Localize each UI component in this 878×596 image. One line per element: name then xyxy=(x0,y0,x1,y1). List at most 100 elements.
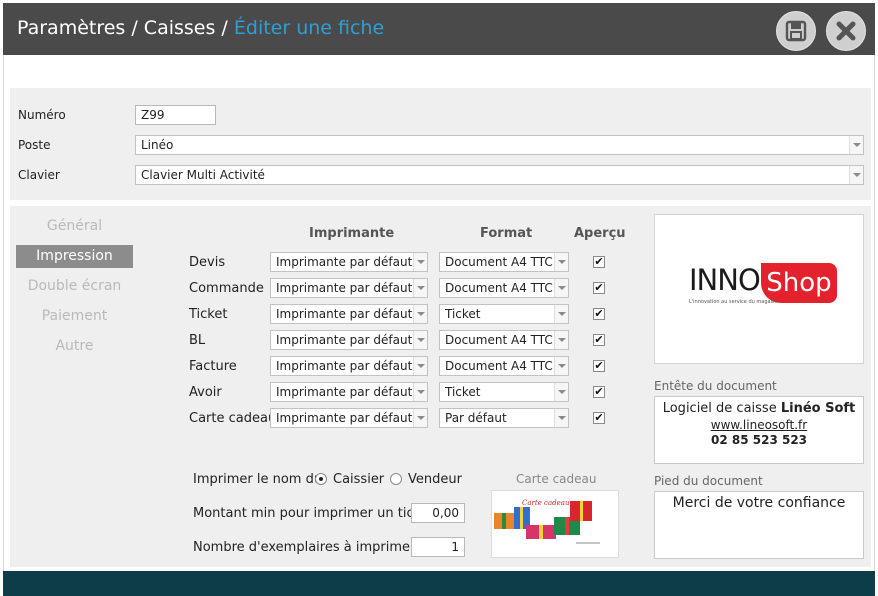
printer-select[interactable]: Imprimante par défaut xyxy=(270,304,428,324)
header-form: Numéro Z99 Poste Linéo Clavier Clavier M… xyxy=(10,88,871,200)
printer-column-header: Imprimante xyxy=(309,226,395,241)
chevron-down-icon[interactable] xyxy=(413,383,427,401)
tab-paiement[interactable]: Paiement xyxy=(16,305,133,328)
clavier-label: Clavier xyxy=(18,168,60,182)
poste-label: Poste xyxy=(18,138,51,152)
document-header-phone: 02 85 523 523 xyxy=(710,433,808,447)
print-row-label: Facture xyxy=(189,359,237,374)
gift-card-image[interactable]: Carte cadeau xyxy=(491,490,619,558)
format-select[interactable]: Document A4 TTC xyxy=(439,278,569,298)
format-select[interactable]: Document A4 TTC xyxy=(439,252,569,272)
chevron-down-icon[interactable] xyxy=(554,305,568,323)
print-row-label: Ticket xyxy=(189,307,228,322)
tab-impression[interactable]: Impression xyxy=(16,245,133,268)
footer-bar xyxy=(3,571,875,596)
breadcrumb-current: Éditer une fiche xyxy=(233,17,385,39)
chevron-down-icon[interactable] xyxy=(413,357,427,375)
poste-value: Linéo xyxy=(141,138,174,152)
printer-select-value: Imprimante par défaut xyxy=(276,307,413,321)
preview-checkbox[interactable]: ✔ xyxy=(593,386,605,398)
format-select-value: Par défaut xyxy=(445,411,507,425)
copies-label: Nombre d'exemplaires à imprimer xyxy=(193,540,416,555)
chevron-down-icon[interactable] xyxy=(849,136,863,154)
gift-card-image-text: Carte cadeau xyxy=(522,499,570,507)
printer-select-value: Imprimante par défaut xyxy=(276,333,413,347)
print-row-label: Commande xyxy=(189,281,264,296)
breadcrumb-path: Paramètres / Caisses / xyxy=(17,17,234,39)
chevron-down-icon[interactable] xyxy=(849,166,863,184)
min-amount-input[interactable]: 0,00 xyxy=(411,503,465,523)
preview-checkbox[interactable]: ✔ xyxy=(593,334,605,346)
preview-checkbox[interactable]: ✔ xyxy=(593,360,605,372)
logo-shop: Shop xyxy=(761,263,837,303)
format-select[interactable]: Par défaut xyxy=(439,408,569,428)
clavier-value: Clavier Multi Activité xyxy=(141,168,265,182)
chevron-down-icon[interactable] xyxy=(413,409,427,427)
chevron-down-icon[interactable] xyxy=(554,383,568,401)
printer-select-value: Imprimante par défaut xyxy=(276,255,413,269)
document-header-label: Entête du document xyxy=(654,379,777,393)
printer-select-value: Imprimante par défaut xyxy=(276,281,413,295)
copies-input[interactable]: 1 xyxy=(411,537,465,557)
preview-checkbox[interactable]: ✔ xyxy=(593,282,605,294)
format-select-value: Document A4 TTC xyxy=(445,281,553,295)
printer-select[interactable]: Imprimante par défaut xyxy=(270,330,428,350)
floppy-disk-icon xyxy=(785,20,807,42)
poste-select[interactable]: Linéo xyxy=(135,135,864,155)
tab-general[interactable]: Général xyxy=(16,215,133,238)
format-select-value: Document A4 TTC xyxy=(445,333,553,347)
tab-double-ecran[interactable]: Double écran xyxy=(16,275,133,298)
radio-vendeur[interactable] xyxy=(390,473,402,485)
print-row-label: Carte cadeau xyxy=(189,411,277,426)
format-select-value: Ticket xyxy=(445,385,481,399)
preview-checkbox[interactable]: ✔ xyxy=(593,308,605,320)
format-select[interactable]: Document A4 TTC xyxy=(439,356,569,376)
printer-select[interactable]: Imprimante par défaut xyxy=(270,408,428,428)
printer-select[interactable]: Imprimante par défaut xyxy=(270,252,428,272)
document-header-editor[interactable]: Logiciel de caisse Linéo Soft www.lineos… xyxy=(654,396,864,464)
chevron-down-icon[interactable] xyxy=(554,331,568,349)
printer-select-value: Imprimante par défaut xyxy=(276,359,413,373)
chevron-down-icon[interactable] xyxy=(413,331,427,349)
format-select-value: Document A4 TTC xyxy=(445,359,553,373)
format-select-value: Ticket xyxy=(445,307,481,321)
close-button[interactable] xyxy=(826,11,866,51)
save-button[interactable] xyxy=(776,11,816,51)
print-row-label: Devis xyxy=(189,255,226,270)
document-footer-editor[interactable]: Merci de votre confiance xyxy=(654,491,864,559)
format-select[interactable]: Ticket xyxy=(439,304,569,324)
document-header-line1-bold: Linéo Soft xyxy=(780,401,856,416)
format-select[interactable]: Document A4 TTC xyxy=(439,330,569,350)
chevron-down-icon[interactable] xyxy=(554,279,568,297)
preview-checkbox[interactable]: ✔ xyxy=(593,256,605,268)
preview-checkbox[interactable]: ✔ xyxy=(593,412,605,424)
print-row-label: Avoir xyxy=(189,385,222,400)
clavier-select[interactable]: Clavier Multi Activité xyxy=(135,165,864,185)
tab-autre[interactable]: Autre xyxy=(16,335,133,358)
chevron-down-icon[interactable] xyxy=(413,279,427,297)
print-name-label: Imprimer le nom du xyxy=(193,472,323,487)
printer-select-value: Imprimante par défaut xyxy=(276,385,413,399)
document-header-line1-prefix: Logiciel de caisse xyxy=(662,401,781,416)
document-footer-label: Pied du document xyxy=(654,474,763,488)
close-x-icon xyxy=(836,21,856,41)
radio-caissier[interactable] xyxy=(315,473,327,485)
chevron-down-icon[interactable] xyxy=(554,357,568,375)
chevron-down-icon[interactable] xyxy=(413,305,427,323)
min-amount-label: Montant min pour imprimer un ticket xyxy=(193,506,434,521)
chevron-down-icon[interactable] xyxy=(413,253,427,271)
printer-select[interactable]: Imprimante par défaut xyxy=(270,382,428,402)
logo-box[interactable]: INNO Shop L'innovation au service du mag… xyxy=(654,214,864,364)
numero-input[interactable]: Z99 xyxy=(135,105,216,125)
chevron-down-icon[interactable] xyxy=(554,409,568,427)
format-column-header: Format xyxy=(480,226,533,241)
radio-vendeur-label: Vendeur xyxy=(408,472,462,487)
printer-select[interactable]: Imprimante par défaut xyxy=(270,278,428,298)
printer-select[interactable]: Imprimante par défaut xyxy=(270,356,428,376)
print-row-label: BL xyxy=(189,333,206,348)
chevron-down-icon[interactable] xyxy=(554,253,568,271)
format-select[interactable]: Ticket xyxy=(439,382,569,402)
document-header-link: www.lineosoft.fr xyxy=(710,418,808,432)
radio-caissier-label: Caissier xyxy=(333,472,385,487)
preview-column-header: Aperçu xyxy=(574,226,626,241)
